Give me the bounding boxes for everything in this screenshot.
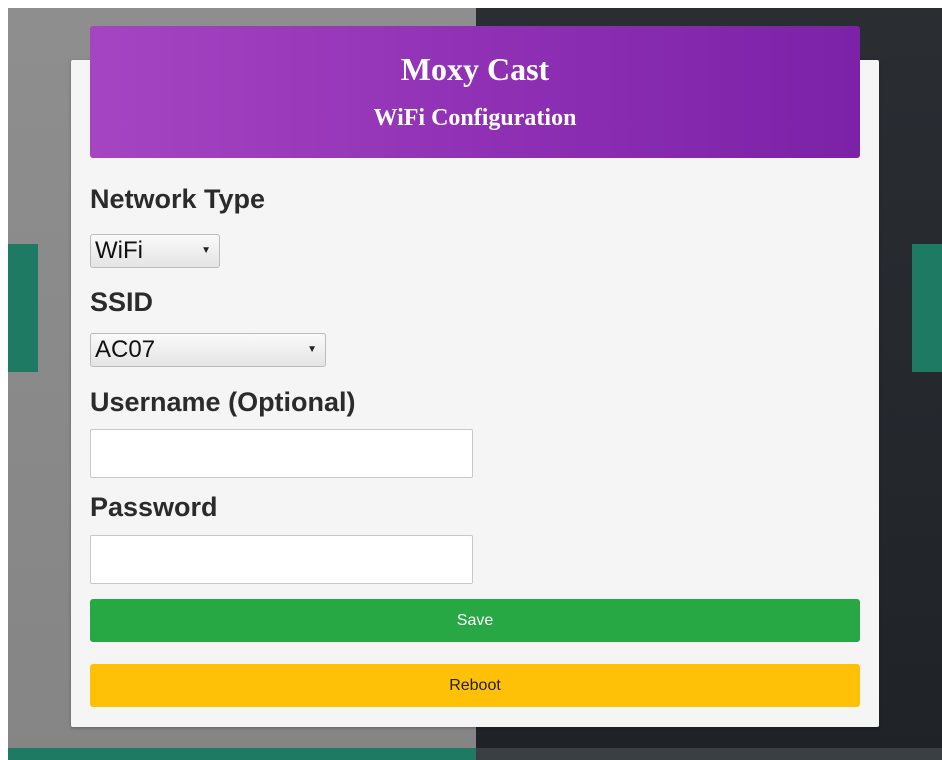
network-type-select[interactable]: WiFi ▼ bbox=[90, 234, 220, 268]
chevron-down-icon: ▼ bbox=[307, 344, 317, 355]
config-header: Moxy Cast WiFi Configuration bbox=[90, 26, 860, 158]
password-input[interactable] bbox=[90, 535, 473, 584]
ssid-value: AC07 bbox=[95, 336, 156, 363]
ssid-select[interactable]: AC07 ▼ bbox=[90, 333, 326, 367]
network-type-label: Network Type bbox=[90, 184, 266, 214]
password-label: Password bbox=[90, 492, 218, 522]
username-input[interactable] bbox=[90, 429, 473, 478]
background-logo-mark bbox=[912, 244, 942, 372]
background-logo-mark bbox=[8, 244, 38, 372]
network-type-value: WiFi bbox=[95, 237, 143, 264]
page-subtitle: WiFi Configuration bbox=[373, 105, 577, 131]
save-button[interactable]: Save bbox=[90, 599, 860, 642]
ssid-label: SSID bbox=[90, 287, 154, 317]
reboot-button[interactable]: Reboot bbox=[90, 664, 860, 707]
app-title: Moxy Cast bbox=[400, 51, 550, 87]
page: Moxy Cast WiFi Configuration Network Typ… bbox=[0, 0, 942, 760]
username-label: Username (Optional) bbox=[90, 387, 356, 417]
background-strip bbox=[476, 748, 942, 760]
background-strip bbox=[8, 748, 476, 760]
chevron-down-icon: ▼ bbox=[201, 245, 211, 256]
